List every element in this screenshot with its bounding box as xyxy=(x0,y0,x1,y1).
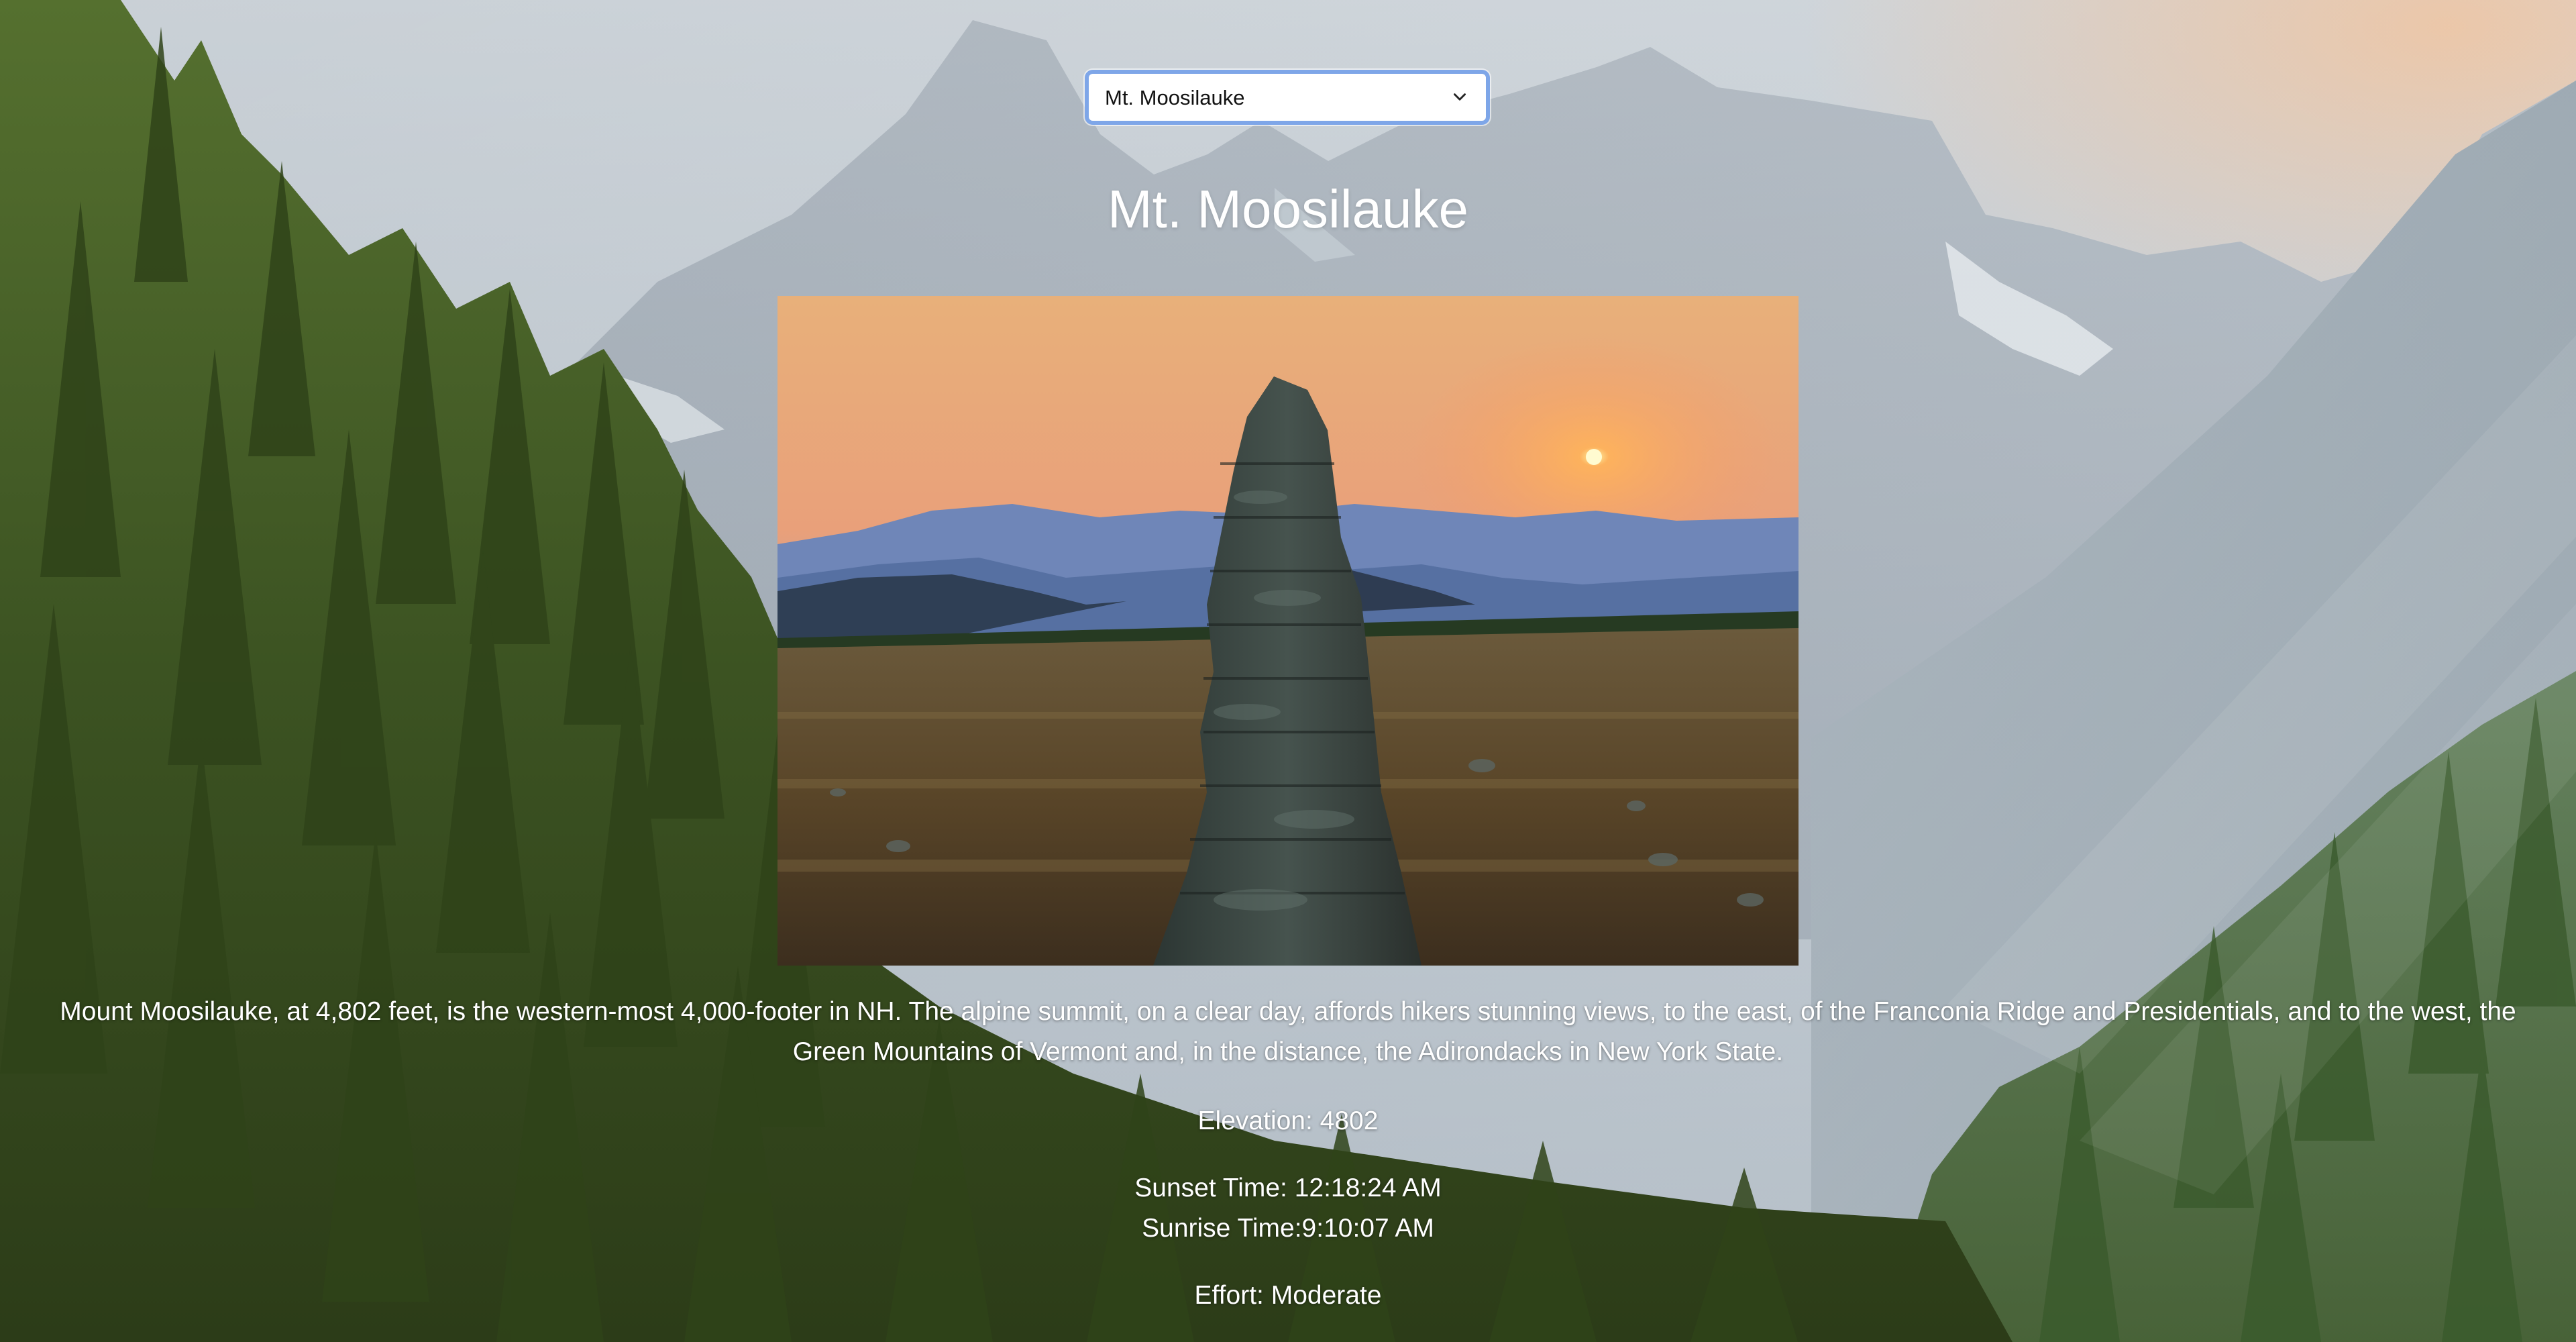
sunrise-time-value: 9:10:07 AM xyxy=(1301,1214,1434,1243)
main-content: Mt. Moosilauke Mt. Moosilauke Mount Moos… xyxy=(0,0,2576,1342)
mountain-select[interactable]: Mt. Moosilauke xyxy=(1089,74,1486,121)
page: Mt. Moosilauke Mt. Moosilauke Mount Moos… xyxy=(0,0,2576,1342)
sunset-time-line: Sunset Time: 12:18:24 AM xyxy=(0,1168,2576,1208)
sunset-time-value: 12:18:24 AM xyxy=(1294,1174,1442,1202)
page-title: Mt. Moosilauke xyxy=(1108,179,1468,239)
summit-cairn-photo xyxy=(777,296,1799,966)
elevation-line: Elevation: 4802 xyxy=(0,1101,2576,1141)
elevation-label: Elevation: xyxy=(1197,1106,1313,1135)
effort-value: Moderate xyxy=(1271,1281,1382,1310)
mountain-select-wrapper[interactable]: Mt. Moosilauke xyxy=(1085,70,1490,125)
sunset-time-label: Sunset Time: xyxy=(1134,1174,1287,1202)
elevation-value: 4802 xyxy=(1320,1106,1379,1135)
effort-line: Effort: Moderate xyxy=(0,1276,2576,1316)
effort-label: Effort: xyxy=(1194,1281,1264,1310)
sunrise-time-label: Sunrise Time: xyxy=(1142,1214,1302,1243)
sunrise-time-line: Sunrise Time:9:10:07 AM xyxy=(0,1208,2576,1249)
mountain-description: Mount Moosilauke, at 4,802 feet, is the … xyxy=(60,997,2516,1066)
